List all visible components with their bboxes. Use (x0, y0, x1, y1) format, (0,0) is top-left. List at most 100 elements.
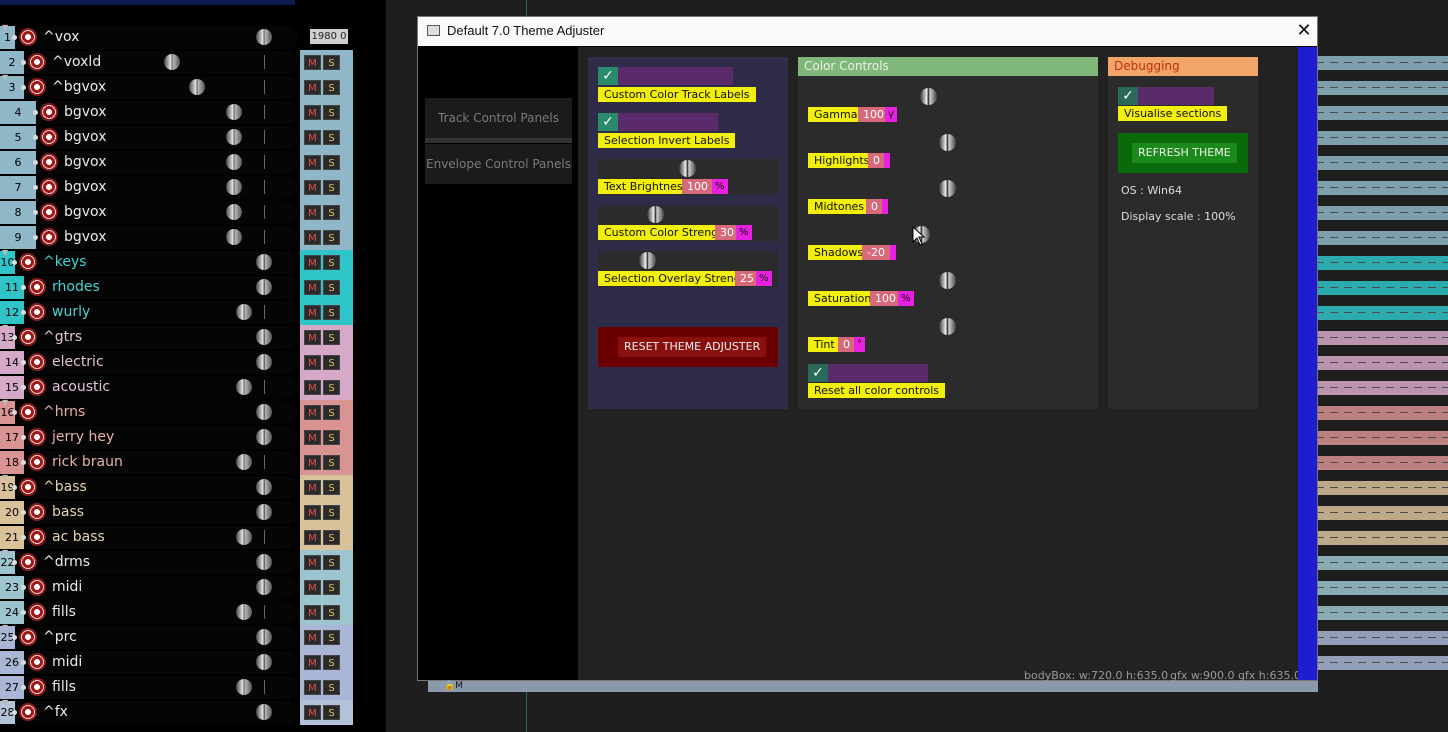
tint-knob[interactable] (939, 318, 956, 335)
close-icon[interactable]: ✕ (1292, 19, 1316, 43)
solo-button[interactable]: S (323, 530, 340, 545)
solo-button[interactable]: S (323, 55, 340, 70)
mute-button[interactable]: M (304, 230, 321, 245)
solo-button[interactable]: S (323, 155, 340, 170)
track-row[interactable]: 1 ▼ ^vox (0, 23, 386, 50)
track-name[interactable]: ^hrns (43, 404, 85, 420)
record-arm-icon[interactable] (40, 103, 58, 121)
refresh-theme-button[interactable]: REFRESH THEME (1118, 133, 1248, 173)
track-row[interactable]: 16 ▼ ^hrns M S (0, 398, 386, 425)
track-row[interactable]: 18 rick braun M S (0, 450, 386, 475)
media-item[interactable] (1316, 256, 1448, 270)
solo-button[interactable]: S (323, 330, 340, 345)
mute-button[interactable]: M (304, 405, 321, 420)
track-name[interactable]: ^fx (43, 704, 68, 720)
solo-button[interactable]: S (323, 180, 340, 195)
visualise-sections-checkbox[interactable]: ✓ (1118, 87, 1138, 105)
track-name[interactable]: ^prc (43, 629, 77, 645)
track-row[interactable]: 24 fills M S (0, 600, 386, 625)
track-row[interactable]: 2 ^voxld M S (0, 50, 386, 75)
solo-button[interactable]: S (323, 80, 340, 95)
record-arm-icon[interactable] (28, 503, 46, 521)
record-arm-icon[interactable] (19, 478, 37, 496)
media-item[interactable] (1316, 281, 1448, 295)
track-name[interactable]: ^bass (43, 479, 87, 495)
mute-button[interactable]: M (304, 555, 321, 570)
record-arm-icon[interactable] (19, 328, 37, 346)
media-item[interactable] (1316, 556, 1448, 570)
record-arm-icon[interactable] (19, 403, 37, 421)
mute-button[interactable]: M (304, 255, 321, 270)
gamma-knob[interactable] (920, 88, 937, 105)
solo-button[interactable]: S (323, 480, 340, 495)
record-arm-icon[interactable] (28, 378, 46, 396)
record-arm-icon[interactable] (28, 278, 46, 296)
record-arm-icon[interactable] (28, 353, 46, 371)
media-item[interactable] (1316, 481, 1448, 495)
record-arm-icon[interactable] (40, 203, 58, 221)
custom-color-labels-checkbox[interactable]: ✓ (598, 67, 618, 85)
mute-button[interactable]: M (304, 330, 321, 345)
record-arm-icon[interactable] (28, 428, 46, 446)
solo-button[interactable]: S (323, 655, 340, 670)
volume-knob[interactable] (256, 29, 272, 45)
track-name[interactable]: bgvox (64, 179, 106, 195)
mute-button[interactable]: M (304, 205, 321, 220)
track-row[interactable]: 17 jerry hey M S (0, 425, 386, 450)
track-name[interactable]: bass (52, 504, 84, 520)
record-arm-icon[interactable] (40, 153, 58, 171)
mute-button[interactable]: M (304, 630, 321, 645)
volume-knob[interactable] (226, 129, 242, 145)
folder-toggle-icon[interactable]: ▼ (2, 548, 8, 557)
volume-knob[interactable] (189, 79, 205, 95)
media-item[interactable] (1316, 606, 1448, 620)
folder-toggle-icon[interactable]: ▼ (2, 73, 8, 82)
track-row[interactable]: 11 rhodes M S (0, 275, 386, 300)
record-arm-icon[interactable] (19, 628, 37, 646)
text-brightness-knob[interactable] (679, 160, 696, 177)
track-row[interactable]: 13 ▼ ^gtrs M S (0, 323, 386, 350)
record-arm-icon[interactable] (19, 553, 37, 571)
track-name[interactable]: acoustic (52, 379, 110, 395)
media-item[interactable] (1316, 56, 1448, 70)
mute-button[interactable]: M (304, 180, 321, 195)
volume-knob[interactable] (236, 304, 252, 320)
record-arm-icon[interactable] (28, 78, 46, 96)
volume-knob[interactable] (226, 154, 242, 170)
track-name[interactable]: bgvox (64, 104, 106, 120)
selection-overlay-knob[interactable] (639, 252, 656, 269)
volume-knob[interactable] (226, 179, 242, 195)
volume-knob[interactable] (226, 204, 242, 220)
folder-toggle-icon[interactable]: ▼ (2, 323, 8, 332)
media-item[interactable] (1316, 181, 1448, 195)
track-row[interactable]: 3 ▼ ^bgvox M S (0, 73, 386, 100)
volume-knob[interactable] (236, 379, 252, 395)
folder-toggle-icon[interactable]: ▼ (2, 398, 8, 407)
track-name[interactable]: bgvox (64, 154, 106, 170)
mute-button[interactable]: M (304, 705, 321, 720)
track-row[interactable]: 20 bass M S (0, 500, 386, 525)
media-item[interactable] (1316, 81, 1448, 95)
solo-button[interactable]: S (323, 430, 340, 445)
mute-button[interactable]: M (304, 430, 321, 445)
folder-toggle-icon[interactable]: ▼ (2, 23, 8, 32)
solo-button[interactable]: S (323, 705, 340, 720)
record-arm-icon[interactable] (28, 453, 46, 471)
record-arm-icon[interactable] (28, 578, 46, 596)
volume-knob[interactable] (236, 454, 252, 470)
mute-button[interactable]: M (304, 480, 321, 495)
track-row[interactable]: 15 acoustic M S (0, 375, 386, 400)
media-item[interactable] (1316, 506, 1448, 520)
track-name[interactable]: midi (52, 579, 82, 595)
highlights-knob[interactable] (939, 134, 956, 151)
track-name[interactable]: fills (52, 679, 76, 695)
mute-button[interactable]: M (304, 605, 321, 620)
mute-button[interactable]: M (304, 355, 321, 370)
mute-button[interactable]: M (304, 580, 321, 595)
tab-track-control-panels[interactable]: Track Control Panels (425, 98, 572, 138)
mute-button[interactable]: M (304, 80, 321, 95)
media-item[interactable] (1316, 106, 1448, 120)
media-item[interactable] (1316, 581, 1448, 595)
track-name[interactable]: ^keys (43, 254, 87, 270)
solo-button[interactable]: S (323, 230, 340, 245)
